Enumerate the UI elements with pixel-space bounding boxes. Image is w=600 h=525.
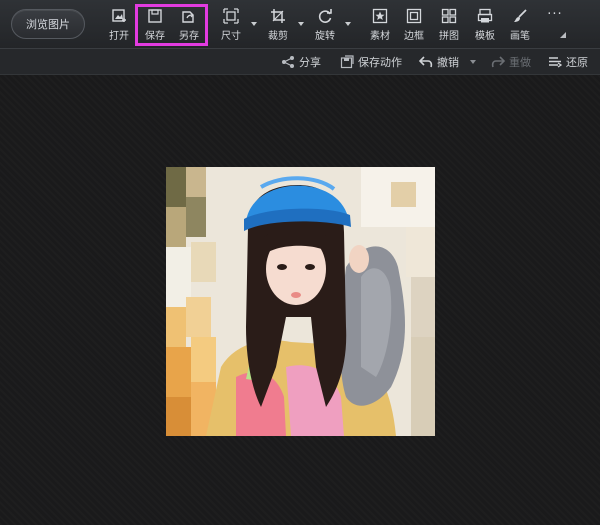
grid-collage-icon: [441, 8, 457, 24]
brush-button[interactable]: 画笔: [505, 8, 535, 44]
share-label: 分享: [299, 56, 321, 69]
size-label: 尺寸: [221, 31, 241, 42]
restore-label: 还原: [566, 56, 588, 69]
edited-photo[interactable]: [166, 167, 435, 436]
collage-button[interactable]: 拼图: [434, 8, 464, 44]
save-buttons-highlight: [135, 4, 208, 46]
secondary-toolbar: 分享 保存动作 撤销 重做 还原: [0, 49, 600, 75]
rotate-label: 旋转: [315, 31, 335, 42]
more-icon: ···: [547, 7, 563, 22]
star-material-icon: [372, 8, 388, 24]
template-button[interactable]: 模板: [470, 8, 500, 44]
rotate-button[interactable]: 旋转: [310, 8, 340, 44]
redo-icon: [491, 56, 505, 68]
share-button[interactable]: 分享: [281, 53, 321, 71]
save-action-label: 保存动作: [358, 56, 402, 69]
rotate-dropdown-icon[interactable]: [344, 20, 352, 28]
collage-label: 拼图: [439, 31, 459, 42]
photo-image: [166, 167, 435, 436]
crop-label: 裁剪: [268, 31, 288, 42]
open-label: 打开: [109, 31, 129, 42]
border-button[interactable]: 边框: [399, 8, 429, 44]
brush-icon: [514, 9, 527, 22]
rotate-icon: [318, 9, 332, 23]
frame-icon: [406, 8, 422, 24]
border-label: 边框: [404, 31, 424, 42]
template-label: 模板: [475, 31, 495, 42]
crop-dropdown-icon[interactable]: [297, 20, 305, 28]
share-icon: [282, 56, 294, 68]
material-label: 素材: [370, 31, 390, 42]
undo-button[interactable]: 撤销: [419, 53, 459, 71]
open-image-icon: [112, 9, 126, 22]
main-toolbar: 浏览图片 打开 保存 另存 尺寸 裁剪 旋转 素材 边框 拼图 模板 画笔 ··…: [0, 0, 600, 49]
save-action-button[interactable]: 保存动作: [340, 53, 402, 71]
template-icon: [477, 8, 493, 23]
material-button[interactable]: 素材: [365, 8, 395, 44]
brush-label: 画笔: [510, 31, 530, 42]
size-dropdown-icon[interactable]: [250, 20, 258, 28]
crop-button[interactable]: 裁剪: [263, 8, 293, 44]
save-action-icon: [340, 55, 354, 69]
undo-dropdown-icon[interactable]: [469, 58, 477, 66]
redo-label: 重做: [509, 56, 531, 69]
redo-button[interactable]: 重做: [491, 53, 531, 71]
open-button[interactable]: 打开: [104, 8, 134, 44]
expand-corner-icon[interactable]: [559, 31, 567, 39]
undo-icon: [419, 56, 433, 68]
crop-icon: [271, 9, 285, 23]
restore-icon: [549, 57, 562, 68]
browse-images-button[interactable]: 浏览图片: [11, 9, 85, 39]
undo-label: 撤销: [437, 56, 459, 69]
resize-icon: [223, 8, 239, 24]
restore-button[interactable]: 还原: [548, 53, 588, 71]
size-button[interactable]: 尺寸: [216, 8, 246, 44]
